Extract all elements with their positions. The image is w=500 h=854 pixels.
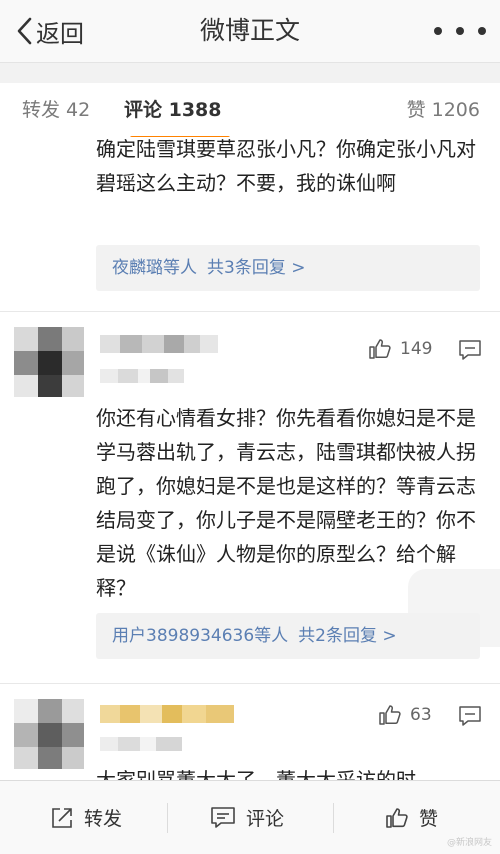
- comment-icon[interactable]: [458, 339, 482, 365]
- back-label: 返回: [36, 19, 84, 48]
- comment-label: 评论: [246, 808, 285, 830]
- thumb-up-icon: [379, 705, 401, 725]
- reply-count: 共3条回复 >: [207, 258, 306, 278]
- thumb-up-icon: [369, 339, 391, 359]
- back-chevron-icon: [17, 17, 32, 45]
- comment-list: 确定陆雪琪要草忍张小凡？你确定张小凡对碧瑶这么主动？不要，我的诛仙啊 夜麟璐等人…: [0, 137, 500, 780]
- tab-repost[interactable]: 转发 42: [22, 83, 90, 137]
- section-gap: [0, 63, 500, 83]
- reply-count: 共2条回复 >: [298, 626, 397, 646]
- more-icon[interactable]: [434, 18, 486, 44]
- share-icon: [52, 807, 72, 828]
- like-label: 赞: [419, 808, 439, 830]
- comment-icon: [211, 806, 235, 828]
- comment-text: 确定陆雪琪要草忍张小凡？你确定张小凡对碧瑶这么主动？不要，我的诛仙啊: [96, 137, 476, 195]
- top-nav-bar: 返回 微博正文: [0, 0, 500, 63]
- reply-users: 夜麟璐等人: [112, 258, 197, 278]
- like-button[interactable]: 149: [368, 337, 432, 361]
- like-post-button[interactable]: 赞: [385, 781, 438, 854]
- repost-label: 转发: [84, 808, 123, 830]
- like-button[interactable]: 63: [378, 703, 432, 727]
- thumb-up-icon: [386, 807, 408, 828]
- username[interactable]: [100, 335, 218, 353]
- comment-text: 大家别骂董大太了，董大太采访的时: [96, 768, 416, 780]
- comment-button[interactable]: 评论: [210, 781, 284, 854]
- tab-likes[interactable]: 赞 1206: [407, 83, 480, 137]
- toolbar-divider: [333, 803, 334, 833]
- reply-users: 用户3898934636等人: [112, 626, 289, 646]
- reply-summary[interactable]: 夜麟璐等人 共3条回复 >: [96, 245, 480, 291]
- comment-timestamp: [100, 369, 184, 383]
- back-button[interactable]: 返回: [16, 0, 84, 62]
- bottom-toolbar: 转发 评论 赞: [0, 780, 500, 854]
- like-count: 149: [400, 339, 433, 359]
- comment-text: 你还有心情看女排？你先看看你媳妇是不是学马蓉出轨了，青云志，陆雪琪都快被人拐跑了…: [96, 406, 476, 600]
- reply-summary[interactable]: 用户3898934636等人 共2条回复 >: [96, 613, 480, 659]
- divider: [0, 311, 500, 312]
- watermark: @新浪网友: [446, 838, 492, 848]
- comment-timestamp: [100, 737, 182, 751]
- tab-bar: 转发 42 评论 1388 赞 1206: [0, 83, 500, 140]
- tab-comments[interactable]: 评论 1388: [124, 83, 222, 137]
- toolbar-divider: [167, 803, 168, 833]
- repost-button[interactable]: 转发: [50, 781, 122, 854]
- username[interactable]: [100, 705, 234, 723]
- comment-icon[interactable]: [458, 705, 482, 731]
- divider: [0, 683, 500, 684]
- like-count: 63: [410, 705, 432, 725]
- avatar[interactable]: [14, 327, 84, 397]
- avatar[interactable]: [14, 699, 84, 769]
